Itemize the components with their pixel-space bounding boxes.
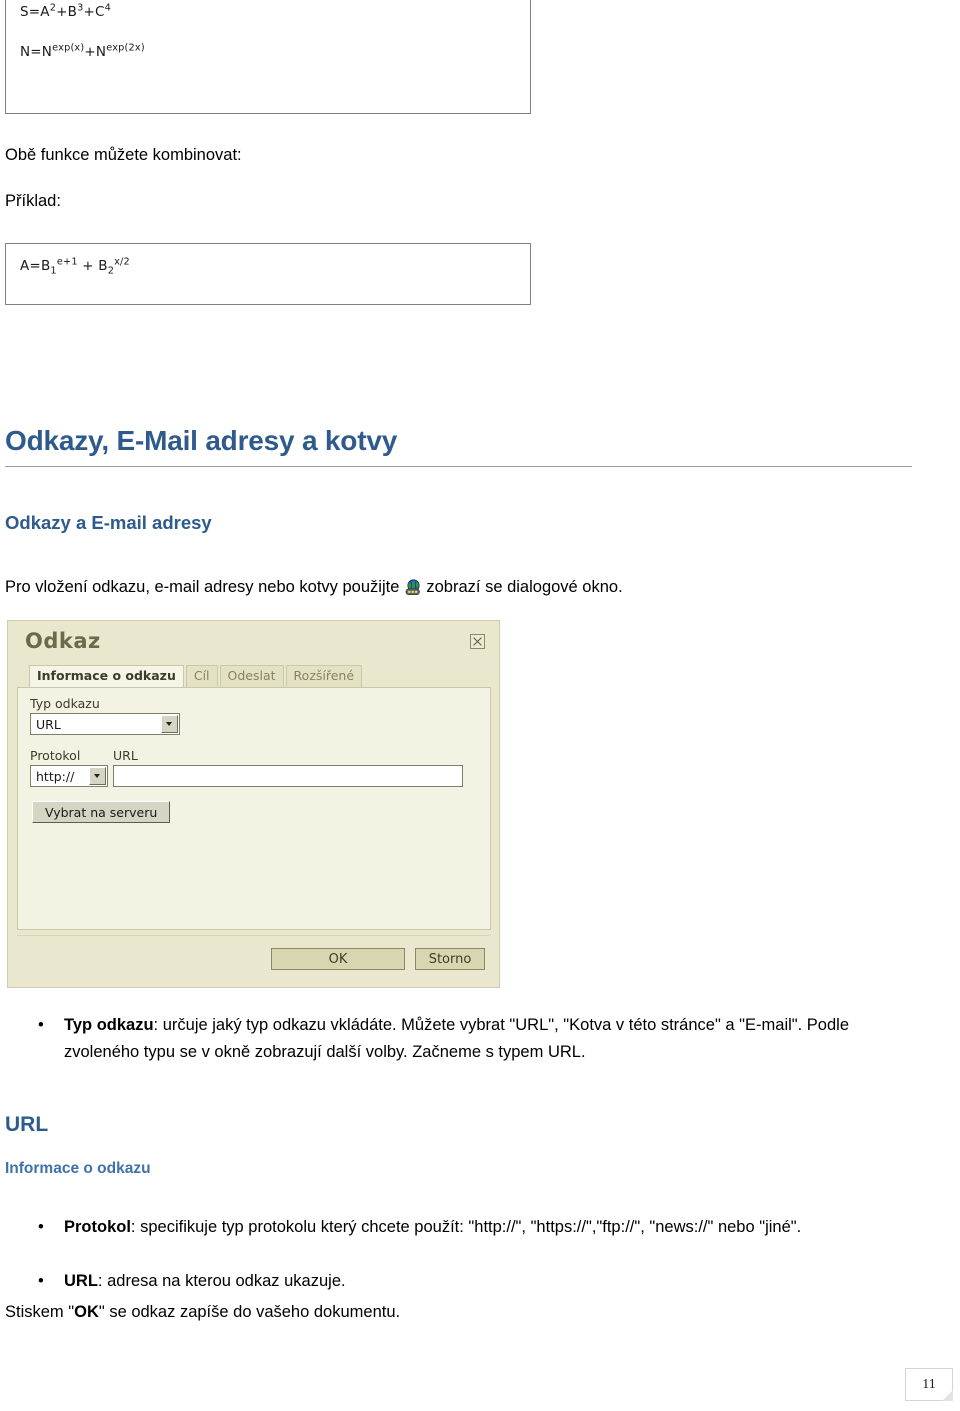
list-item-body: URL: adresa na kterou odkaz ukazuje. bbox=[64, 1268, 908, 1295]
document-page: S=A2+B3+C4 N=Nexp(x)+Nexp(2x) Obě funkce… bbox=[0, 0, 960, 1411]
select-protokol[interactable]: http:// bbox=[30, 765, 108, 787]
formula-line-combined: A=B1e+1 + B2x/2 bbox=[20, 256, 130, 277]
list-item-body: Protokol: specifikuje typ protokolu kter… bbox=[64, 1214, 908, 1241]
tab-odeslat[interactable]: Odeslat bbox=[219, 665, 284, 687]
section-heading-odkazy: Odkazy a E-mail adresy bbox=[5, 512, 212, 533]
formula-line-exp: N=Nexp(x)+Nexp(2x) bbox=[20, 42, 145, 60]
list-item: • Typ odkazu: určuje jaký typ odkazu vkl… bbox=[38, 1012, 908, 1066]
formula-box-2: A=B1e+1 + B2x/2 bbox=[5, 243, 531, 305]
tab-cil[interactable]: Cíl bbox=[185, 665, 218, 687]
list-item-term: URL bbox=[64, 1272, 98, 1290]
page-number: 11 bbox=[905, 1368, 953, 1401]
dialog-tabs: Informace o odkazu Cíl Odeslat Rozšířené bbox=[29, 664, 364, 687]
list-item: • URL: adresa na kterou odkaz ukazuje. bbox=[38, 1268, 908, 1295]
paragraph-intro: Pro vložení odkazu, e-mail adresy nebo k… bbox=[5, 578, 623, 597]
chevron-down-icon[interactable] bbox=[161, 715, 178, 733]
list-item-term: Protokol bbox=[64, 1218, 131, 1236]
bullet-marker: • bbox=[38, 1218, 44, 1236]
paragraph-stiskem: Stiskem "OK" se odkaz zapíše do vašeho d… bbox=[5, 1303, 400, 1322]
select-typ-odkazu[interactable]: URL bbox=[30, 713, 180, 735]
close-icon[interactable] bbox=[470, 634, 485, 649]
paragraph-stiskem-bold: OK bbox=[74, 1303, 99, 1321]
chevron-down-icon[interactable] bbox=[89, 767, 106, 785]
tab-rozsirene[interactable]: Rozšířené bbox=[285, 665, 363, 687]
formula-box-1: S=A2+B3+C4 N=Nexp(x)+Nexp(2x) bbox=[5, 0, 531, 114]
paragraph-stiskem-part1: Stiskem " bbox=[5, 1303, 75, 1321]
tab-informace-o-odkazu[interactable]: Informace o odkazu bbox=[29, 665, 184, 687]
label-url: URL bbox=[113, 748, 138, 763]
select-protokol-value: http:// bbox=[36, 768, 75, 784]
ok-button[interactable]: OK bbox=[271, 948, 405, 970]
list-item-body: Typ odkazu: určuje jaký typ odkazu vklád… bbox=[64, 1012, 908, 1066]
bullet-marker: • bbox=[38, 1016, 44, 1034]
list-item-text: : určuje jaký typ odkazu vkládáte. Můžet… bbox=[64, 1016, 849, 1061]
link-dialog[interactable]: Odkaz Informace o odkazu Cíl Odeslat Roz… bbox=[7, 620, 500, 988]
list-item: • Protokol: specifikuje typ protokolu kt… bbox=[38, 1214, 908, 1241]
label-typ-odkazu: Typ odkazu bbox=[30, 696, 100, 711]
cancel-button[interactable]: Storno bbox=[415, 948, 485, 970]
dialog-footer: OK Storno bbox=[17, 935, 491, 980]
dialog-title: Odkaz bbox=[25, 629, 101, 653]
section-subheading-informace: Informace o odkazu bbox=[5, 1160, 151, 1177]
paragraph-kombinovat: Obě funkce můžete kombinovat: bbox=[5, 146, 242, 164]
browse-server-button[interactable]: Vybrat na serveru bbox=[32, 801, 171, 823]
label-protokol: Protokol bbox=[30, 748, 81, 763]
link-globe-icon bbox=[404, 579, 422, 596]
page-title: Odkazy, E-Mail adresy a kotvy bbox=[5, 425, 398, 456]
paragraph-stiskem-part2: " se odkaz zapíše do vašeho dokumentu. bbox=[98, 1303, 401, 1321]
list-item-term: Typ odkazu bbox=[64, 1016, 154, 1034]
bullet-marker: • bbox=[38, 1272, 44, 1290]
section-heading-url: URL bbox=[5, 1113, 49, 1136]
paragraph-intro-after: zobrazí se dialogové okno. bbox=[426, 578, 623, 596]
formula-line-sum: S=A2+B3+C4 bbox=[20, 2, 112, 20]
heading-divider bbox=[5, 466, 912, 467]
dialog-body: Typ odkazu URL Protokol http:// URL Vybr… bbox=[17, 687, 491, 930]
paragraph-priklad: Příklad: bbox=[5, 192, 61, 210]
url-input[interactable] bbox=[113, 765, 463, 787]
paragraph-intro-before: Pro vložení odkazu, e-mail adresy nebo k… bbox=[5, 578, 400, 596]
list-item-text: : specifikuje typ protokolu který chcete… bbox=[130, 1218, 802, 1236]
select-typ-odkazu-value: URL bbox=[36, 716, 61, 732]
list-item-text: : adresa na kterou odkaz ukazuje. bbox=[97, 1272, 346, 1290]
